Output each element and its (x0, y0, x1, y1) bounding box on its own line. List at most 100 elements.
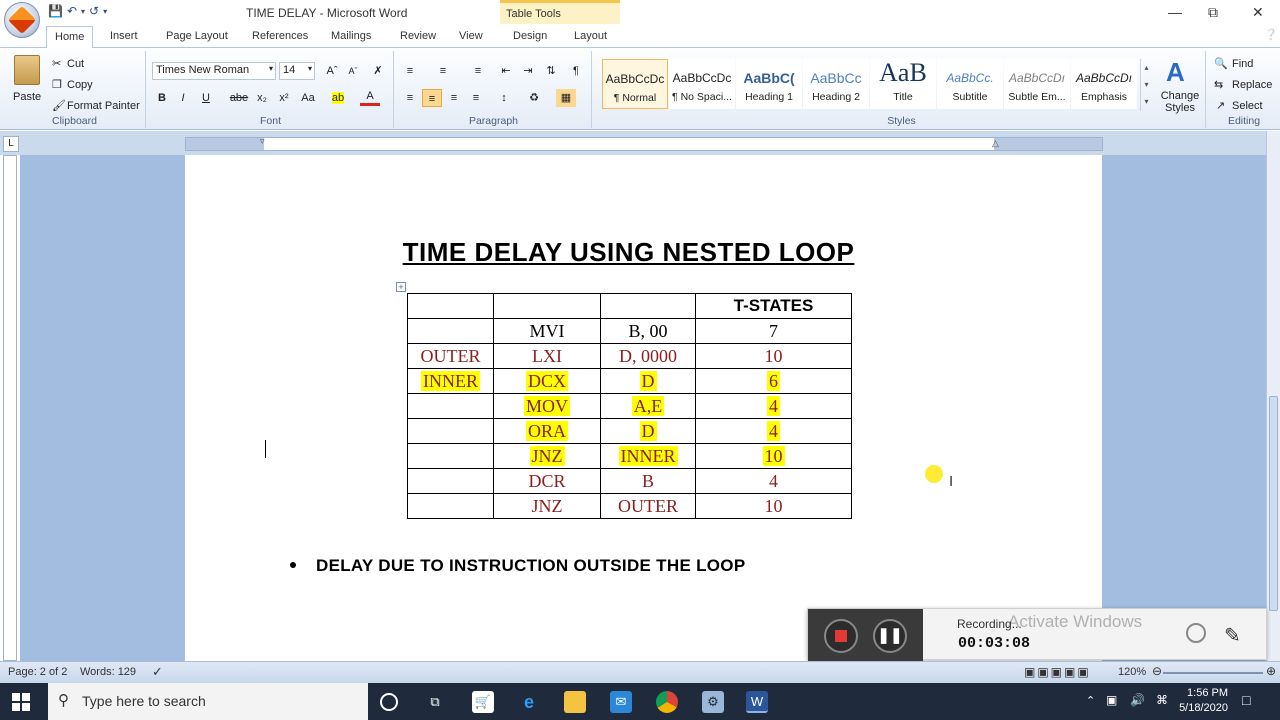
tab-selector-icon[interactable]: L (3, 136, 19, 152)
table-move-handle-icon[interactable]: + (396, 282, 406, 292)
strikethrough-icon[interactable]: abe (229, 89, 249, 107)
zoom-out-icon[interactable]: ⊖ (1152, 664, 1162, 678)
style-emphasis[interactable]: AaBbCcDı Emphasis (1071, 59, 1137, 109)
table-cell[interactable] (407, 293, 494, 319)
table-header-tstates[interactable]: T-STATES (695, 293, 852, 319)
tab-layout[interactable]: Layout (566, 28, 615, 44)
pen-icon[interactable]: ✎ (1224, 623, 1241, 648)
table-cell[interactable]: 4 (695, 393, 852, 419)
table-cell[interactable]: OUTER (407, 343, 494, 369)
windows-start-icon[interactable] (12, 693, 30, 711)
document-page[interactable]: TIME DELAY USING NESTED LOOP + T-STATES … (185, 155, 1102, 661)
copy-icon[interactable]: ❐ (52, 78, 62, 91)
webcam-icon[interactable] (1186, 623, 1206, 643)
table-cell[interactable]: JNZ (493, 443, 601, 469)
vertical-scrollbar[interactable] (1266, 131, 1280, 661)
tab-insert[interactable]: Insert (102, 28, 146, 44)
table-cell[interactable]: D, 0000 (600, 343, 696, 369)
grow-font-icon[interactable]: Aˆ (322, 62, 342, 80)
tab-home[interactable]: Home (46, 26, 94, 48)
table-cell[interactable] (407, 468, 494, 494)
zoom-level[interactable]: 120% (1118, 666, 1146, 678)
align-center-icon[interactable]: ≡ (422, 89, 442, 107)
underline-icon[interactable]: U (196, 89, 216, 107)
style-subtle-emphasis[interactable]: AaBbCcDı Subtle Em... (1004, 59, 1070, 109)
table-cell[interactable]: 4 (695, 418, 852, 444)
table-cell[interactable] (407, 393, 494, 419)
help-icon[interactable]: ❔ (1264, 28, 1278, 41)
taskbar-search[interactable]: ⚲ Type here to search (48, 683, 368, 720)
save-icon[interactable]: 💾 (48, 4, 63, 18)
replace-button[interactable]: Replace (1232, 79, 1272, 91)
scrollbar-thumb[interactable] (1269, 396, 1278, 611)
table-cell[interactable] (407, 418, 494, 444)
table-cell[interactable]: MVI (493, 318, 601, 344)
people-icon[interactable]: ▣ (1106, 693, 1117, 707)
table-cell[interactable]: INNER (600, 443, 696, 469)
horizontal-ruler[interactable]: ▿ △ (185, 136, 1103, 151)
font-color-icon[interactable]: A (360, 89, 380, 106)
tab-design[interactable]: Design (505, 28, 555, 44)
align-right-icon[interactable]: ≡ (444, 89, 464, 107)
table-cell[interactable]: B, 00 (600, 318, 696, 344)
format-painter-icon[interactable]: 🖌 (52, 99, 66, 112)
task-view-icon[interactable]: ⧉ (424, 691, 446, 713)
change-case-icon[interactable]: Aa (298, 89, 318, 107)
shading-icon[interactable]: ♻ (524, 89, 544, 107)
pause-record-button[interactable]: ❚❚ (873, 619, 907, 653)
decrease-indent-icon[interactable]: ⇤ (496, 62, 516, 80)
system-clock[interactable]: 1:56 PM 5/18/2020 (1179, 686, 1228, 716)
replace-icon[interactable]: ⇆ (1214, 78, 1223, 91)
tab-references[interactable]: References (244, 28, 316, 44)
change-styles-icon[interactable]: A (1166, 57, 1185, 88)
style-normal[interactable]: AaBbCcDc ¶ Normal (602, 59, 668, 109)
table-cell[interactable] (407, 493, 494, 519)
indent-marker-icon[interactable]: ▿ (260, 136, 265, 147)
page-indicator[interactable]: Page: 2 of 2 (8, 666, 67, 678)
superscript-icon[interactable]: x² (274, 89, 294, 107)
show-formatting-icon[interactable]: ¶ (566, 62, 586, 80)
paste-icon[interactable] (14, 55, 40, 85)
bullets-icon[interactable]: ≡ (400, 62, 420, 80)
table-cell[interactable]: D (600, 418, 696, 444)
italic-icon[interactable]: I (173, 89, 193, 107)
cortana-icon[interactable] (380, 693, 398, 711)
find-icon[interactable]: 🔍 (1214, 57, 1228, 70)
word-taskbar-icon[interactable]: W (746, 691, 768, 713)
view-buttons-icon[interactable]: ▣▣▣▣▣ (1024, 665, 1091, 679)
select-button[interactable]: Select (1232, 100, 1263, 112)
stop-record-button[interactable] (824, 619, 858, 653)
word-count[interactable]: Words: 129 (80, 666, 136, 678)
sort-icon[interactable]: ⇅ (541, 62, 561, 80)
instruction-table[interactable]: T-STATES MVI B, 00 7 OUTER LXI D, 0000 1… (407, 293, 852, 519)
format-painter-button[interactable]: Format Painter (67, 100, 140, 112)
edge-icon[interactable]: e (518, 691, 540, 713)
table-cell[interactable]: LXI (493, 343, 601, 369)
table-cell[interactable]: 10 (695, 343, 852, 369)
tab-page-layout[interactable]: Page Layout (158, 28, 236, 44)
store-icon[interactable]: 🛒 (472, 691, 494, 713)
office-button[interactable] (4, 2, 40, 38)
close-icon[interactable]: ✕ (1252, 4, 1264, 21)
table-cell[interactable] (407, 443, 494, 469)
table-cell[interactable]: JNZ (493, 493, 601, 519)
find-button[interactable]: Find (1232, 58, 1253, 70)
proofing-icon[interactable]: ✓ (152, 664, 163, 680)
undo-icon[interactable]: ↶ (67, 4, 77, 18)
subscript-icon[interactable]: x₂ (252, 89, 272, 107)
change-styles-button[interactable]: Change Styles (1158, 90, 1202, 114)
zoom-in-icon[interactable]: ⊕ (1266, 664, 1276, 678)
borders-icon[interactable]: ▦ (556, 89, 576, 107)
table-cell[interactable]: DCX (493, 368, 601, 394)
increase-indent-icon[interactable]: ⇥ (518, 62, 538, 80)
app-icon[interactable]: ⚙ (702, 691, 724, 713)
vertical-ruler[interactable] (3, 155, 17, 661)
justify-icon[interactable]: ≡ (466, 89, 486, 107)
minimize-icon[interactable]: — (1168, 4, 1182, 20)
table-cell[interactable]: B (600, 468, 696, 494)
table-cell[interactable]: INNER (407, 368, 494, 394)
highlight-color-icon[interactable]: ab (328, 89, 348, 107)
table-cell[interactable]: 10 (695, 443, 852, 469)
font-name-combo[interactable]: Times New Roman ▾ (152, 62, 276, 80)
cut-button[interactable]: Cut (67, 58, 84, 70)
